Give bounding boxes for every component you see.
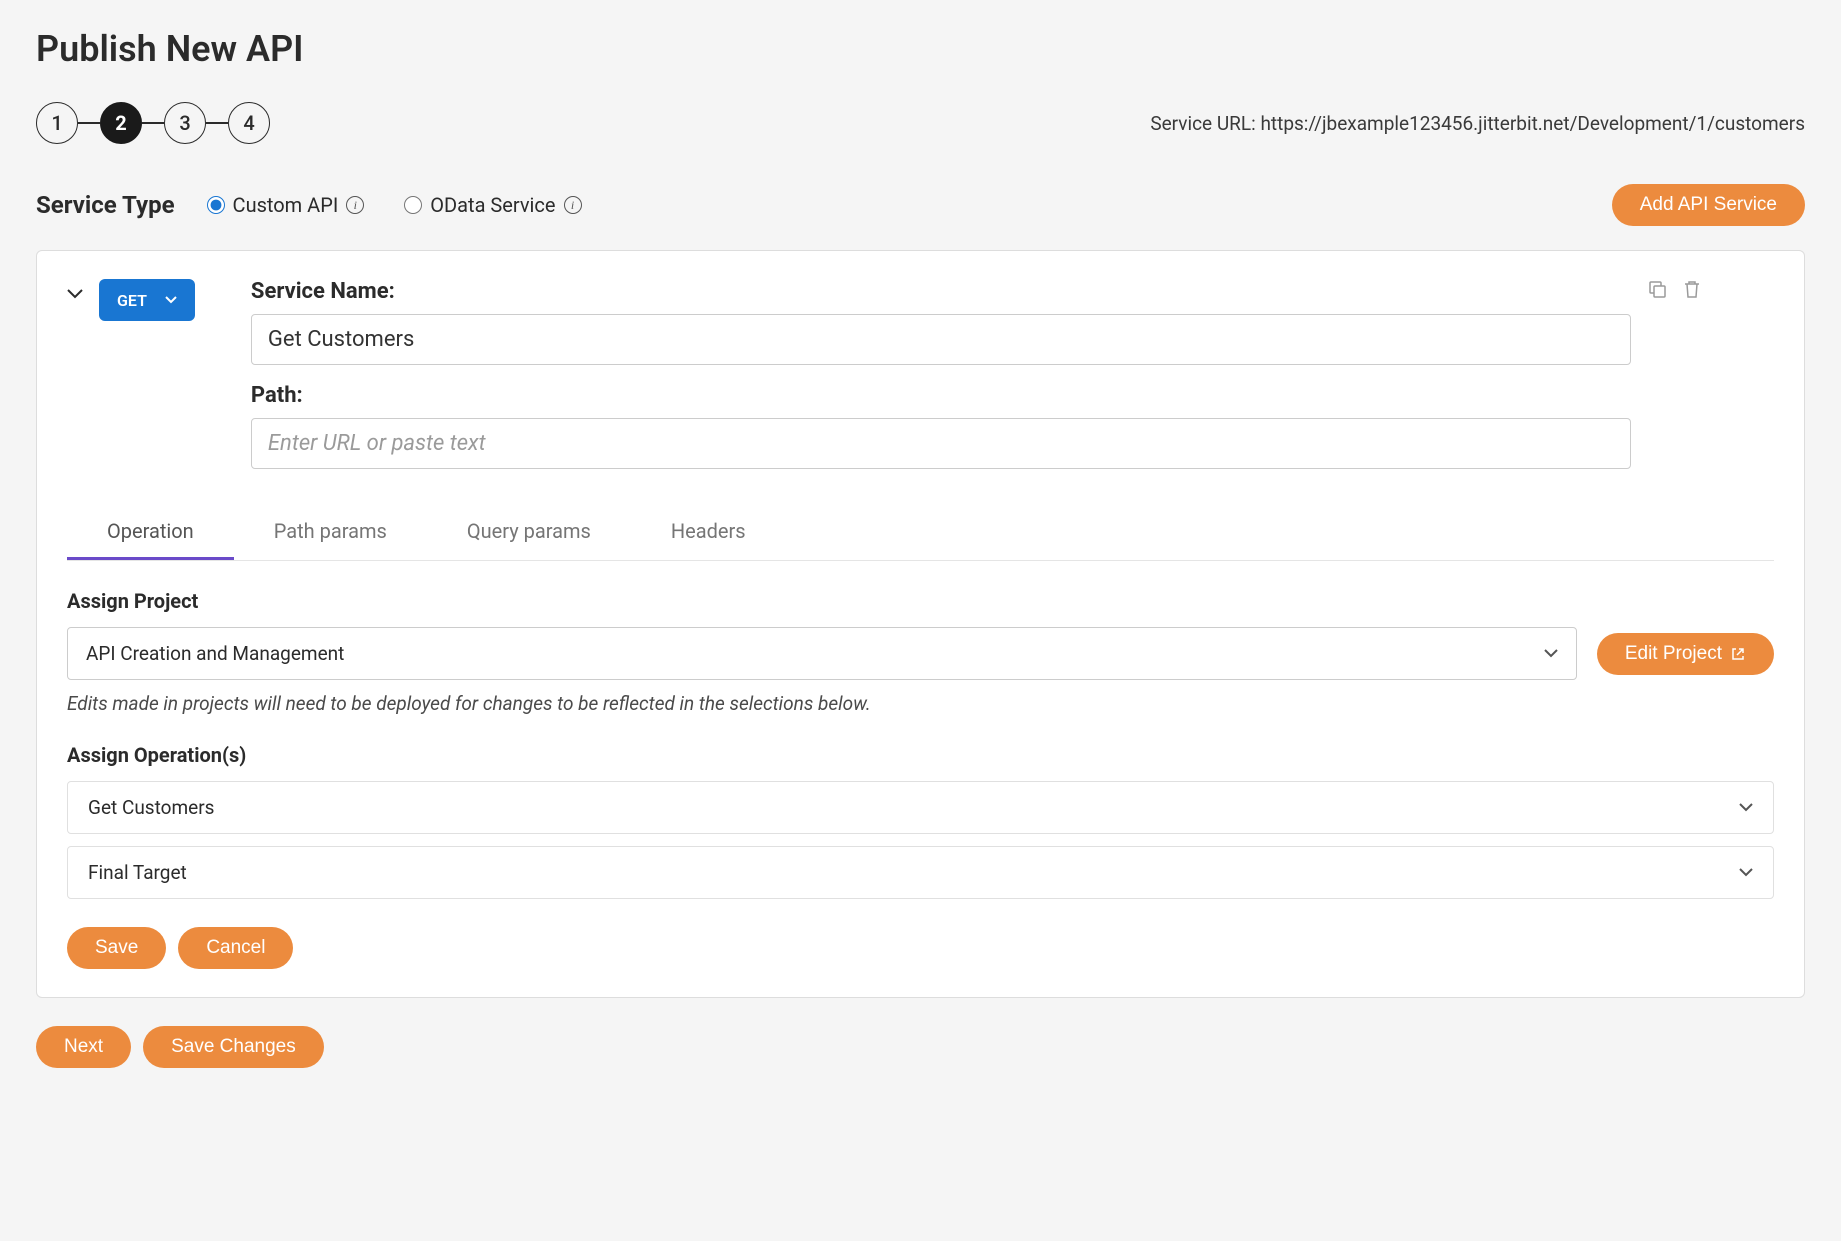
path-label: Path: (251, 383, 1631, 408)
step-connector (142, 122, 164, 124)
tab-path-params[interactable]: Path params (234, 505, 427, 560)
step-4[interactable]: 4 (228, 102, 270, 144)
radio-custom-api[interactable]: Custom API i (207, 193, 365, 217)
collapse-toggle-icon[interactable] (67, 279, 83, 299)
chevron-down-icon (1739, 868, 1753, 877)
service-type-row: Service Type Custom API i OData Service … (36, 184, 1805, 226)
next-button[interactable]: Next (36, 1026, 131, 1068)
card-header: GET Service Name: Path: (67, 279, 1774, 487)
http-method-value: GET (117, 291, 147, 310)
chevron-down-icon (165, 296, 177, 304)
service-type-label: Service Type (36, 191, 175, 219)
add-api-service-button[interactable]: Add API Service (1612, 184, 1805, 226)
step-3[interactable]: 3 (164, 102, 206, 144)
service-name-input[interactable] (251, 314, 1631, 365)
radio-group: Custom API i OData Service i (207, 193, 582, 217)
stepper: 1 2 3 4 (36, 102, 270, 144)
service-url: Service URL: https://jbexample123456.jit… (1150, 112, 1805, 135)
top-row: 1 2 3 4 Service URL: https://jbexample12… (36, 102, 1805, 144)
http-method-dropdown[interactable]: GET (99, 279, 195, 321)
radio-custom-api-input[interactable] (207, 196, 225, 214)
tab-operation[interactable]: Operation (67, 505, 234, 560)
assign-operations-label: Assign Operation(s) (67, 743, 1774, 767)
service-url-label: Service URL: (1150, 112, 1260, 135)
save-button[interactable]: Save (67, 927, 166, 969)
tab-query-params[interactable]: Query params (427, 505, 631, 560)
radio-odata-input[interactable] (404, 196, 422, 214)
step-connector (78, 122, 100, 124)
step-2[interactable]: 2 (100, 102, 142, 144)
copy-icon[interactable] (1647, 279, 1667, 299)
operation-select-2[interactable]: Final Target (67, 846, 1774, 899)
project-hint: Edits made in projects will need to be d… (67, 692, 1774, 715)
info-icon[interactable]: i (564, 196, 582, 214)
project-select-value: API Creation and Management (86, 642, 344, 665)
chevron-down-icon (1739, 803, 1753, 812)
assign-project-label: Assign Project (67, 589, 1774, 613)
path-input[interactable] (251, 418, 1631, 469)
project-select[interactable]: API Creation and Management (67, 627, 1577, 680)
delete-icon[interactable] (1683, 279, 1701, 299)
radio-custom-api-label: Custom API (233, 193, 339, 217)
tab-headers[interactable]: Headers (631, 505, 786, 560)
edit-project-label: Edit Project (1625, 643, 1722, 665)
save-changes-button[interactable]: Save Changes (143, 1026, 324, 1068)
card-actions (1647, 279, 1701, 299)
project-row: API Creation and Management Edit Project (67, 627, 1774, 680)
service-url-value: https://jbexample123456.jitterbit.net/De… (1260, 112, 1805, 135)
service-fields: Service Name: Path: (251, 279, 1631, 487)
radio-odata-label: OData Service (430, 193, 555, 217)
tabs: Operation Path params Query params Heade… (67, 505, 1774, 561)
external-link-icon (1730, 646, 1746, 662)
service-card: GET Service Name: Path: Operation Path p… (36, 250, 1805, 998)
operation-value: Final Target (88, 861, 187, 884)
edit-project-button[interactable]: Edit Project (1597, 633, 1774, 675)
service-type-left: Service Type Custom API i OData Service … (36, 191, 582, 219)
page-title: Publish New API (36, 28, 1805, 70)
operation-value: Get Customers (88, 796, 214, 819)
chevron-down-icon (1544, 649, 1558, 658)
step-1[interactable]: 1 (36, 102, 78, 144)
info-icon[interactable]: i (346, 196, 364, 214)
bottom-buttons: Next Save Changes (36, 1026, 1805, 1068)
card-button-row: Save Cancel (67, 927, 1774, 969)
operation-select-1[interactable]: Get Customers (67, 781, 1774, 834)
radio-odata[interactable]: OData Service i (404, 193, 581, 217)
service-name-label: Service Name: (251, 279, 1631, 304)
step-connector (206, 122, 228, 124)
cancel-button[interactable]: Cancel (178, 927, 293, 969)
